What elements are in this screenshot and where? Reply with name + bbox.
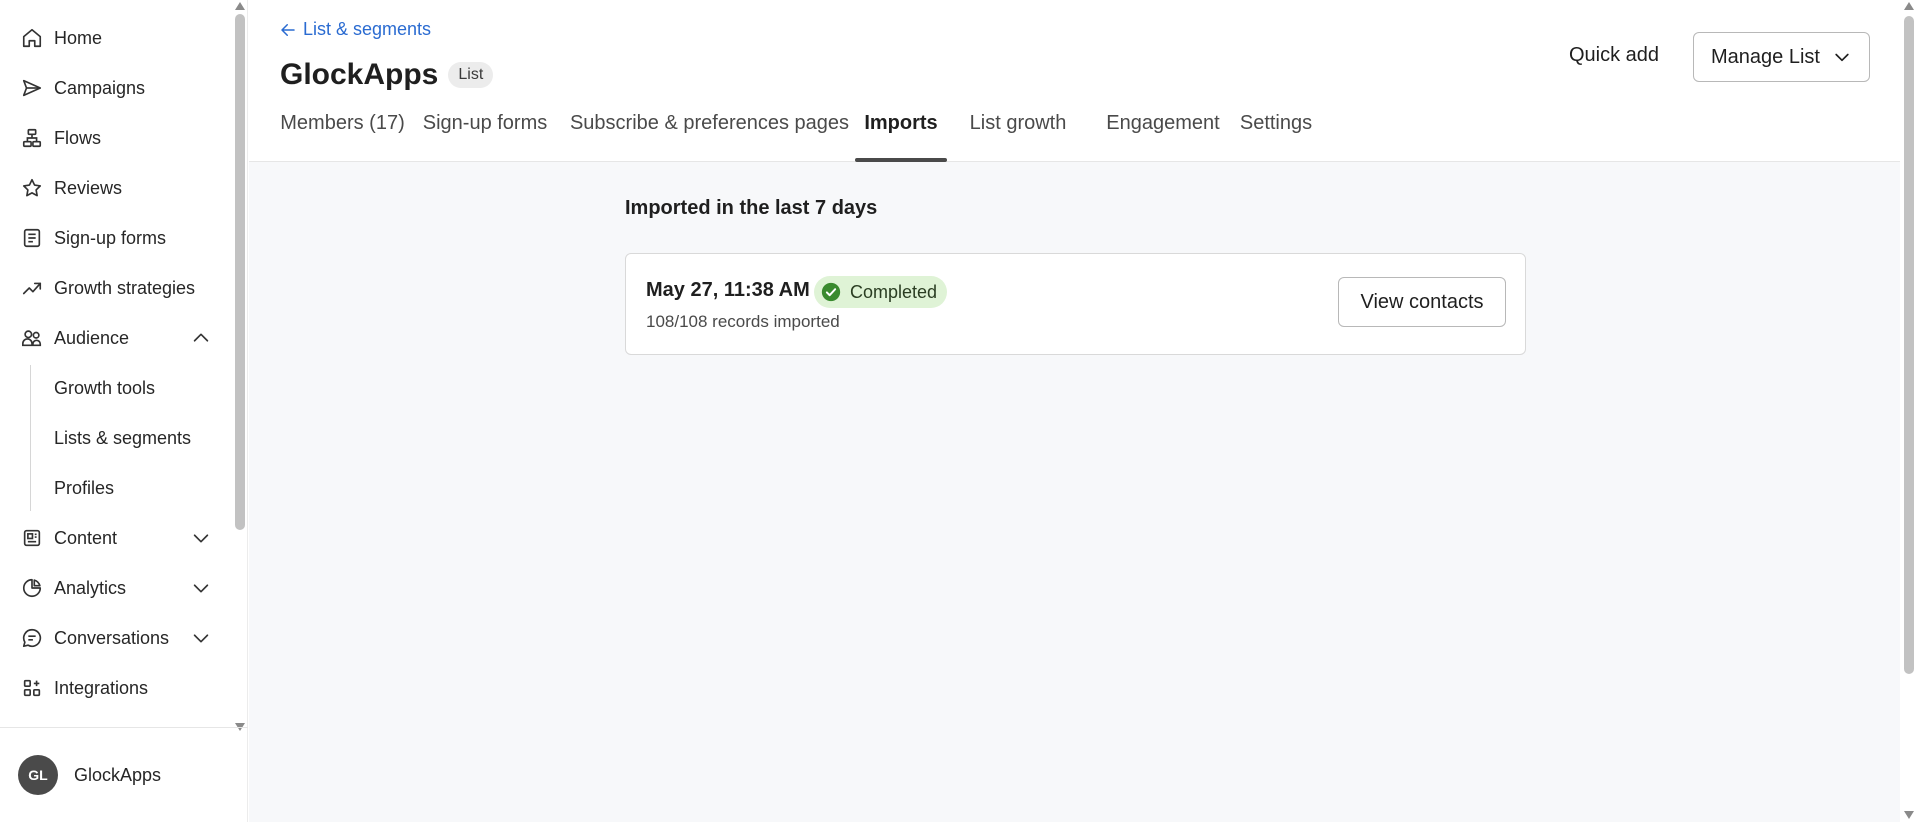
sidebar-item-label: Home bbox=[54, 27, 103, 48]
page-scrollbar[interactable] bbox=[1900, 0, 1918, 822]
tab-label: Members (17) bbox=[280, 112, 405, 134]
list-type-badge: List bbox=[448, 62, 494, 88]
scroll-up-arrow-icon[interactable] bbox=[1904, 2, 1914, 10]
sidebar-item-analytics[interactable]: Analytics bbox=[0, 563, 230, 613]
sidebar-item-label: Integrations bbox=[54, 677, 149, 698]
tab-engagement[interactable]: Engagement bbox=[1089, 112, 1237, 162]
imports-section-title: Imported in the last 7 days bbox=[625, 197, 878, 219]
star-icon bbox=[20, 176, 44, 200]
tab-subscribe-preferences[interactable]: Subscribe & preferences pages bbox=[564, 112, 855, 162]
check-circle-icon bbox=[821, 282, 841, 302]
sidebar-nav: Home Campaigns Flows Reviews Sign-up for bbox=[0, 13, 230, 713]
sidebar-item-growth-strategies[interactable]: Growth strategies bbox=[0, 263, 230, 313]
sidebar-item-audience[interactable]: Audience bbox=[0, 313, 230, 363]
manage-list-button[interactable]: Manage List bbox=[1693, 32, 1870, 82]
chevron-up-icon[interactable] bbox=[190, 327, 212, 349]
tab-label: List growth bbox=[969, 112, 1067, 134]
import-date: May 27, 11:38 AM bbox=[646, 279, 810, 301]
back-link[interactable]: List & segments bbox=[279, 19, 431, 40]
avatar: GL bbox=[18, 755, 58, 795]
scrollbar-thumb[interactable] bbox=[235, 14, 245, 530]
chat-icon bbox=[20, 626, 44, 650]
tab-members[interactable]: Members (17) bbox=[279, 112, 406, 162]
scrollbar-thumb[interactable] bbox=[1904, 16, 1914, 674]
sidebar-item-label: Flows bbox=[54, 127, 102, 148]
scroll-down-arrow-icon[interactable] bbox=[1904, 811, 1914, 819]
tab-label: Subscribe & preferences pages bbox=[569, 112, 850, 134]
tab-label: Sign-up forms bbox=[422, 112, 548, 134]
audience-icon bbox=[20, 326, 44, 350]
sidebar-item-campaigns[interactable]: Campaigns bbox=[0, 63, 230, 113]
tab-bar: Members (17) Sign-up forms Subscribe & p… bbox=[249, 112, 1315, 162]
status-label: Completed bbox=[850, 281, 938, 302]
sidebar-item-lists-segments[interactable]: Lists & segments bbox=[0, 413, 230, 463]
sidebar-item-growth-tools[interactable]: Growth tools bbox=[0, 363, 230, 413]
audience-submenu: Growth tools Lists & segments Profiles bbox=[0, 363, 230, 513]
tab-imports[interactable]: Imports bbox=[855, 112, 947, 162]
sidebar: Home Campaigns Flows Reviews Sign-up for bbox=[0, 0, 248, 822]
records-imported: 108/108 records imported bbox=[646, 312, 840, 331]
chevron-down-icon bbox=[1835, 53, 1849, 62]
submenu-divider bbox=[30, 365, 31, 511]
flows-icon bbox=[20, 126, 44, 150]
sidebar-item-label: Growth tools bbox=[54, 377, 156, 398]
sidebar-item-conversations[interactable]: Conversations bbox=[0, 613, 230, 663]
quick-add-button[interactable]: Quick add bbox=[1569, 44, 1659, 67]
send-icon bbox=[20, 76, 44, 100]
form-icon bbox=[20, 226, 44, 250]
account-name: GlockApps bbox=[74, 764, 162, 785]
sidebar-item-label: Reviews bbox=[54, 177, 123, 198]
title-row: GlockApps List bbox=[280, 58, 494, 92]
sidebar-item-flows[interactable]: Flows bbox=[0, 113, 230, 163]
sidebar-item-profiles[interactable]: Profiles bbox=[0, 463, 230, 513]
sidebar-item-label: Lists & segments bbox=[54, 427, 192, 448]
sidebar-item-label: Audience bbox=[54, 327, 130, 348]
trend-icon bbox=[20, 276, 44, 300]
sidebar-item-label: Sign-up forms bbox=[54, 227, 167, 248]
arrow-left-icon bbox=[281, 23, 295, 36]
tab-settings[interactable]: Settings bbox=[1237, 112, 1315, 162]
tab-signup-forms[interactable]: Sign-up forms bbox=[406, 112, 564, 162]
back-link-label: List & segments bbox=[303, 19, 432, 39]
sidebar-item-label: Analytics bbox=[54, 577, 127, 598]
sidebar-item-content[interactable]: Content bbox=[0, 513, 230, 563]
content-icon bbox=[20, 526, 44, 550]
view-contacts-button[interactable]: View contacts bbox=[1338, 277, 1506, 327]
import-card: May 27, 11:38 AM Completed 108/108 recor… bbox=[625, 253, 1526, 355]
status-badge: Completed bbox=[814, 276, 948, 308]
sidebar-item-signup-forms[interactable]: Sign-up forms bbox=[0, 213, 230, 263]
tab-label: Engagement bbox=[1106, 112, 1220, 134]
page-title: GlockApps bbox=[280, 58, 439, 91]
sidebar-item-label: Profiles bbox=[54, 477, 115, 498]
analytics-icon bbox=[20, 576, 44, 600]
tab-label: Settings bbox=[1239, 112, 1313, 134]
page-header: List & segments GlockApps List Quick add… bbox=[249, 0, 1900, 162]
chevron-down-icon[interactable] bbox=[190, 627, 212, 649]
sidebar-item-home[interactable]: Home bbox=[0, 13, 230, 63]
home-icon bbox=[20, 26, 44, 50]
sidebar-scrollbar[interactable] bbox=[232, 0, 248, 740]
sidebar-item-reviews[interactable]: Reviews bbox=[0, 163, 230, 213]
tab-list-growth[interactable]: List growth bbox=[947, 112, 1089, 162]
tab-label: Imports bbox=[864, 112, 938, 134]
sidebar-item-label: Growth strategies bbox=[54, 277, 196, 298]
chevron-down-icon[interactable] bbox=[190, 577, 212, 599]
sidebar-item-label: Campaigns bbox=[54, 77, 146, 98]
sidebar-item-label: Conversations bbox=[54, 627, 170, 648]
integrations-icon bbox=[20, 676, 44, 700]
chevron-down-icon[interactable] bbox=[190, 527, 212, 549]
account-switcher[interactable]: GL GlockApps bbox=[0, 727, 248, 822]
main-content: List & segments GlockApps List Quick add… bbox=[249, 0, 1900, 822]
manage-list-label: Manage List bbox=[1711, 45, 1820, 68]
sidebar-item-label: Content bbox=[54, 527, 118, 548]
sidebar-item-integrations[interactable]: Integrations bbox=[0, 663, 230, 713]
scroll-up-arrow-icon[interactable] bbox=[235, 2, 245, 10]
